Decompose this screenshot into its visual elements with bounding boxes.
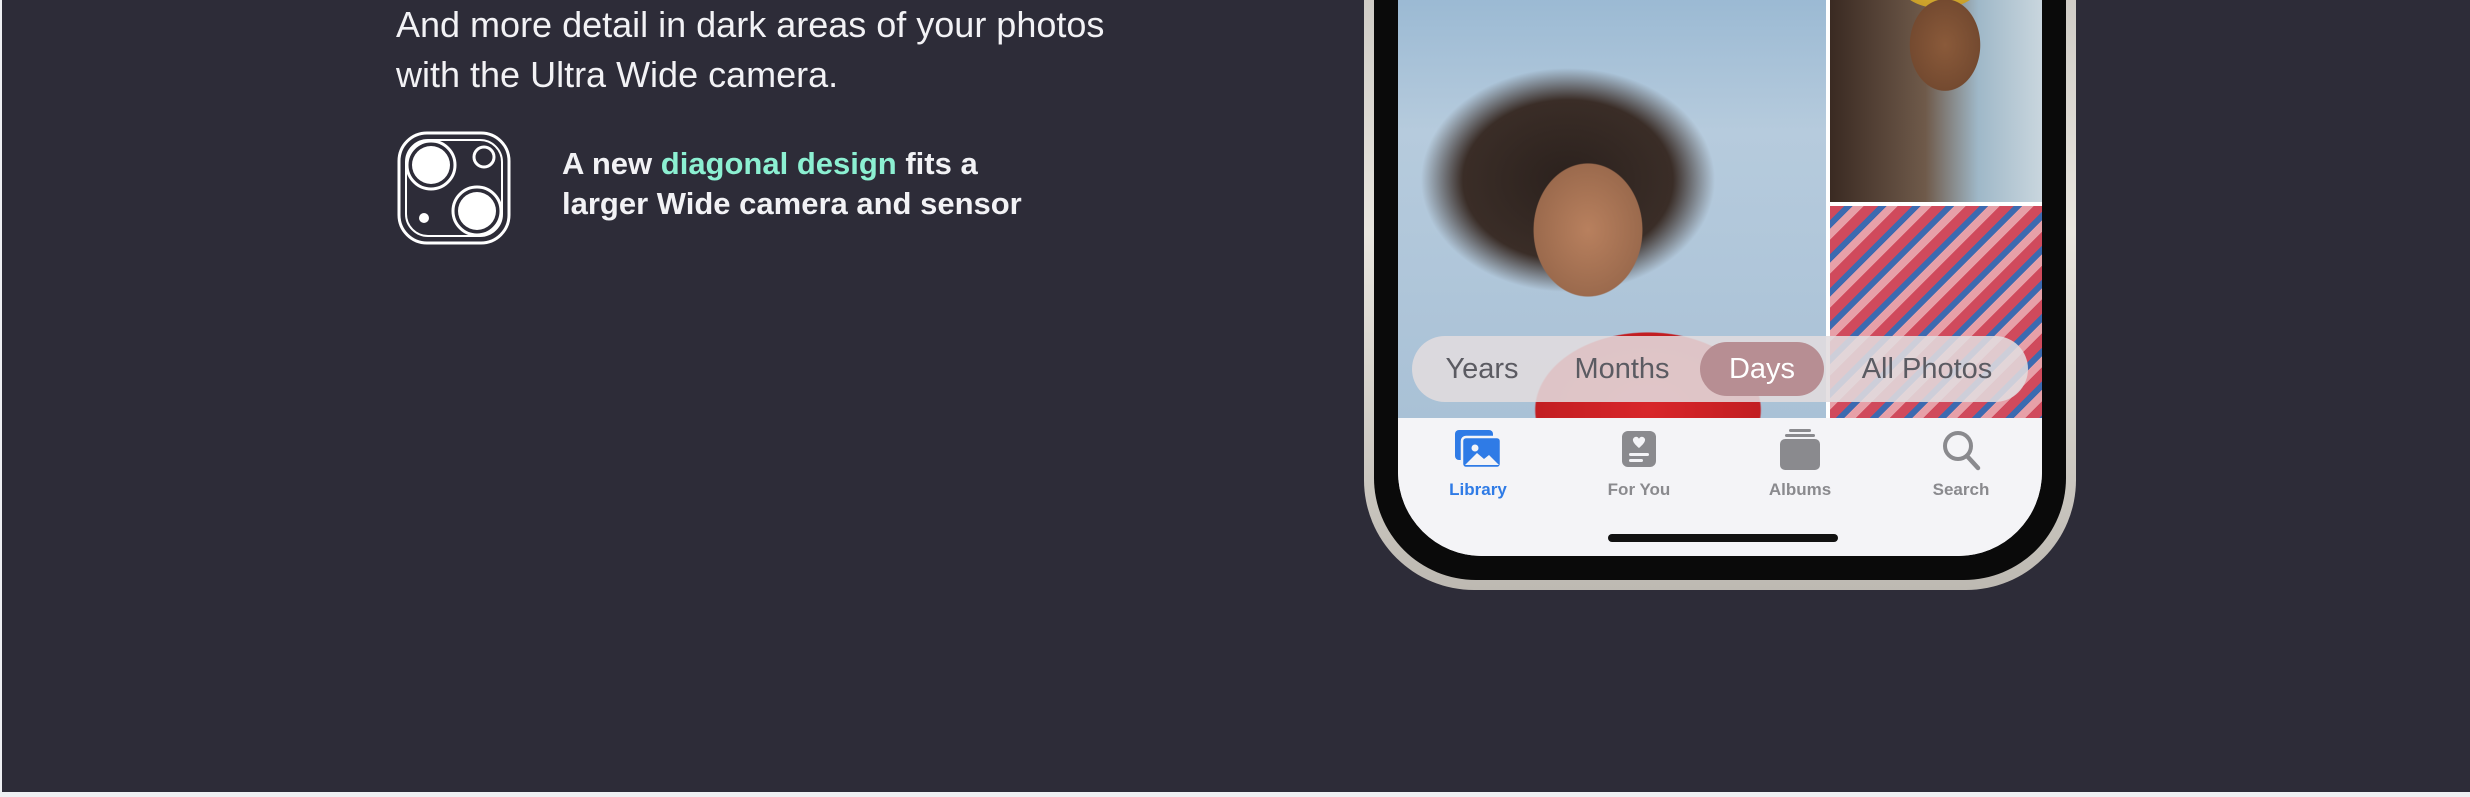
feature-description: A new diagonal design fits a larger Wide… (562, 144, 1082, 224)
albums-icon (1780, 429, 1820, 470)
iphone-mockup: Years Months Days All Photos Library For… (1364, 0, 2076, 590)
for-you-icon (1622, 431, 1656, 467)
search-icon (1943, 431, 1981, 471)
page-bottom-divider (0, 792, 2470, 797)
feature-line-2: larger Wide camera and sensor (562, 186, 1022, 221)
intro-line-2: with the Ultra Wide camera. (396, 54, 839, 95)
segment-years[interactable]: Years (1420, 336, 1544, 402)
home-indicator (1608, 534, 1838, 542)
tab-library-label: Library (1449, 480, 1507, 499)
phone-screen: Years Months Days All Photos Library For… (1398, 0, 2042, 556)
photos-view-segmented-control: Years Months Days All Photos (1412, 336, 2028, 402)
tab-search[interactable]: Search (1901, 428, 2021, 518)
photo-woman-headband[interactable] (1830, 0, 2042, 202)
feature-line-1: A new diagonal design fits a (562, 144, 1082, 184)
intro-text: And more detail in dark areas of your ph… (396, 0, 1156, 100)
photo-library-icon (1455, 430, 1503, 470)
feature-diagonal-design: A new diagonal design fits a larger Wide… (396, 130, 1156, 250)
segment-months[interactable]: Months (1552, 336, 1692, 402)
feature-text-after: fits a (896, 146, 978, 181)
feature-text-before: A new (562, 146, 661, 181)
tab-albums[interactable]: Albums (1740, 428, 1860, 518)
tab-library[interactable]: Library (1418, 428, 1538, 518)
dual-camera-icon (397, 131, 511, 245)
page-left-border (0, 0, 2, 792)
tab-albums-label: Albums (1768, 480, 1832, 499)
segment-all-photos[interactable]: All Photos (1832, 336, 2022, 402)
intro-line-1: And more detail in dark areas of your ph… (396, 4, 1105, 45)
feature-highlight: diagonal design (660, 146, 897, 181)
tab-search-label: Search (1932, 480, 1990, 499)
segment-days[interactable]: Days (1700, 342, 1824, 396)
tab-for-you[interactable]: For You (1579, 428, 1699, 518)
tab-for-you-label: For You (1607, 480, 1671, 499)
